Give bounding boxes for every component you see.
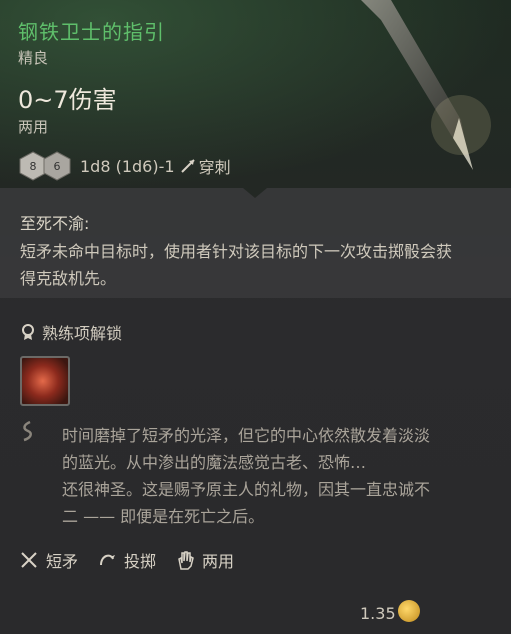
tag-label: 投掷 [124,552,157,571]
lore-icon [23,420,32,442]
damage-range: 0~7伤害 [18,86,117,114]
spear-icon [21,552,37,568]
hand-icon [178,551,194,570]
flavor-line: 还很神圣。这是赐予原主人的礼物，因其一直忠诚不 [62,480,431,499]
proficiency-label: 熟练项解锁 [42,324,123,343]
flavor-line: 的蓝光。从中渗出的魔法感觉古老、恐怖… [62,453,367,472]
flavor-line: 时间磨掉了短矛的光泽，但它的中心依然散发着淡淡 [62,426,431,445]
flavor-line: 二 —— 即便是在死亡之后。 [62,507,265,526]
proficiency-skill-icon[interactable] [20,356,70,406]
handedness-label: 两用 [18,118,49,136]
throw-icon [100,554,116,566]
spear-icon [361,0,491,170]
tag-label: 短矛 [46,552,79,571]
flavor-text: 时间磨掉了短矛的光泽，但它的中心依然散发着淡淡 的蓝光。从中渗出的魔法感觉古老、… [62,422,502,530]
item-title: 钢铁卫士的指引 [18,20,165,44]
passive-title: 至死不渝: [20,214,90,233]
damage-type: 穿刺 [198,158,231,177]
proficiency-row: 熟练项解锁 [20,320,122,344]
tag-spear: 短矛 [18,548,78,572]
tag-throw: 投掷 [96,548,156,572]
tag-label: 两用 [202,552,235,571]
damage-formula: 1d8 (1d6)-1 [80,156,175,176]
passive-description: 短矛未命中目标时，使用者针对该目标的下一次攻击掷骰会获得克敌机先。 [20,242,453,288]
item-weight: 1.35 [360,604,396,623]
proficiency-icon [22,324,34,340]
rarity-label: 精良 [18,49,49,67]
d6-die-icon: 6 [43,151,71,181]
coin-icon [398,600,420,622]
svg-text:6: 6 [54,160,61,173]
item-tags: 短矛 投掷 两用 [18,548,252,572]
tag-versatile: 两用 [174,548,234,572]
svg-text:8: 8 [30,160,37,173]
piercing-icon [180,159,195,173]
damage-dice-row: 8 6 1d8 (1d6)-1 穿刺 [18,148,231,184]
